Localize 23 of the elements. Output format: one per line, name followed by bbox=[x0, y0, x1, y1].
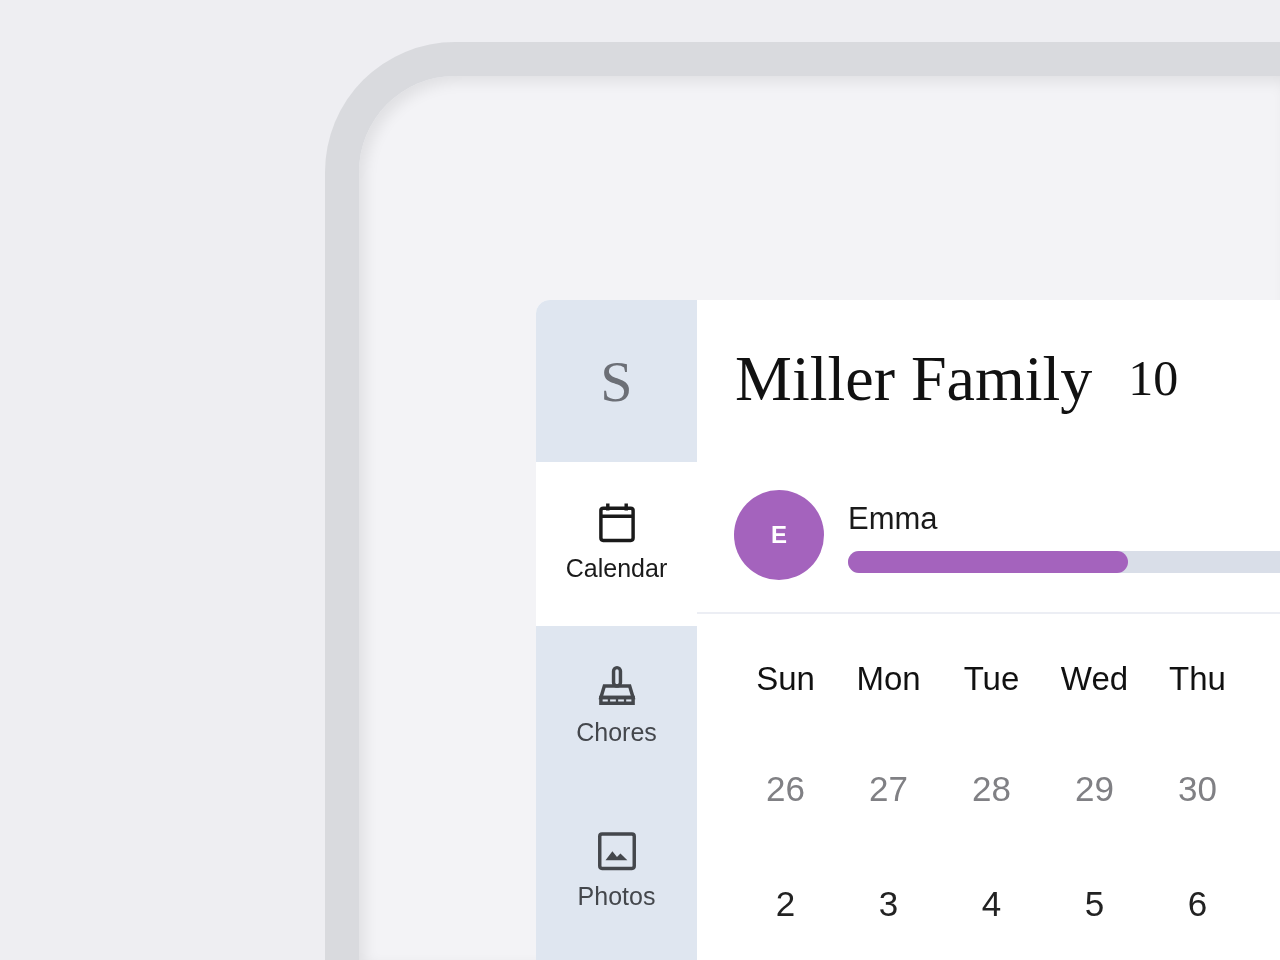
day-number[interactable]: 3 bbox=[837, 845, 940, 960]
weekday-label: Wed bbox=[1059, 658, 1130, 699]
weekday-label: Thu bbox=[1168, 658, 1227, 699]
day-number[interactable]: 28 bbox=[940, 731, 1043, 846]
day-number[interactable]: 30 bbox=[1146, 731, 1249, 846]
day-number[interactable]: 27 bbox=[837, 731, 940, 846]
weekday-label: Mon bbox=[855, 658, 922, 699]
member-name: Emma bbox=[848, 500, 939, 539]
weekday-label: Tue bbox=[962, 658, 1021, 699]
sidebar-tab[interactable]: Calendar bbox=[536, 462, 697, 626]
logo: S bbox=[599, 347, 634, 416]
day-number[interactable]: 6 bbox=[1146, 845, 1249, 960]
day-number[interactable]: 2 bbox=[734, 845, 837, 960]
sidebar-tab[interactable]: Photos bbox=[536, 790, 697, 954]
avatar: E bbox=[734, 489, 824, 580]
day-number[interactable]: 29 bbox=[1043, 731, 1146, 846]
sidebar-tab[interactable]: Chores bbox=[536, 626, 697, 790]
page-title: Miller Family bbox=[735, 341, 1093, 416]
day-number[interactable]: 26 bbox=[734, 731, 837, 846]
day-number[interactable]: 5 bbox=[1043, 845, 1146, 960]
date-text: 10 bbox=[1128, 349, 1179, 409]
day-number[interactable]: 4 bbox=[940, 845, 1043, 960]
weekday-label: Sun bbox=[755, 658, 816, 699]
